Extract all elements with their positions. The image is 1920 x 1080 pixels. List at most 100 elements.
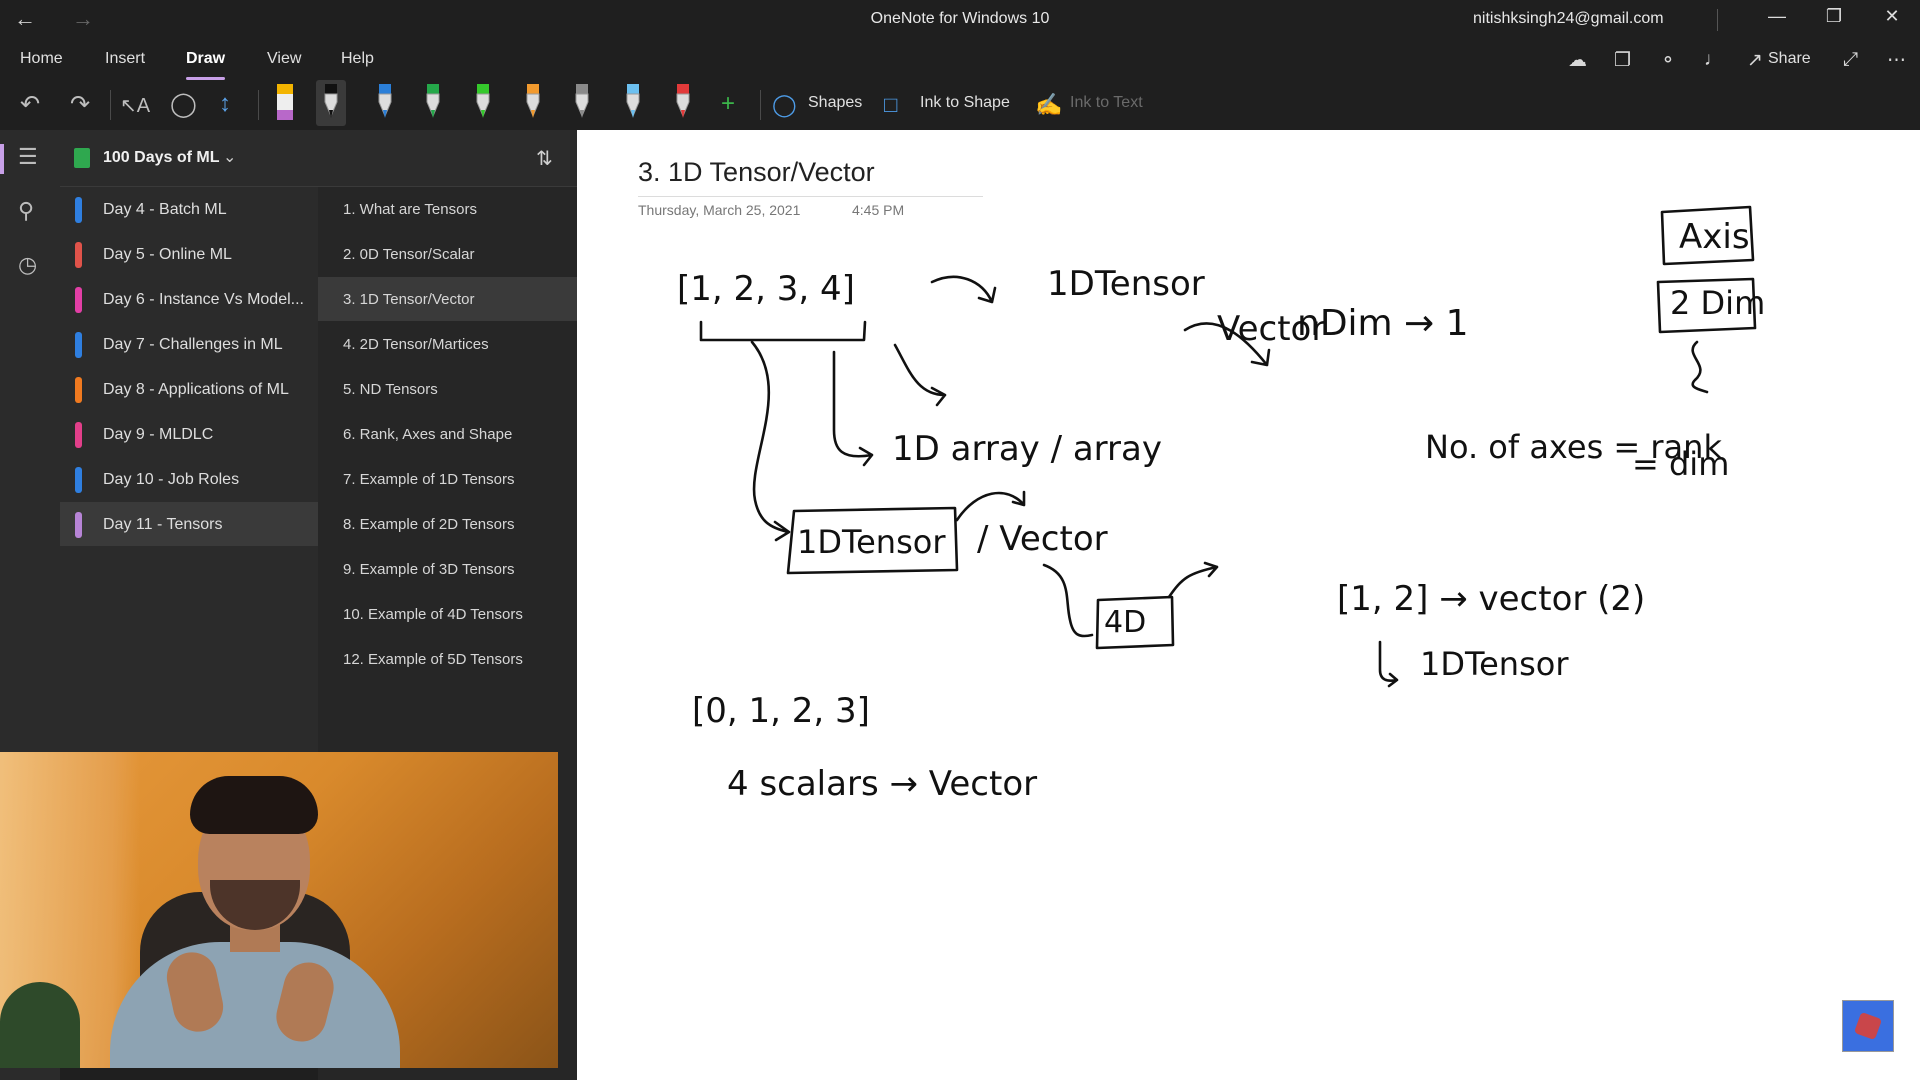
pen-light-blue-icon[interactable] [618,80,648,126]
page-item[interactable]: 6. Rank, Axes and Shape [318,412,577,456]
section-color-tab [75,287,82,313]
note-canvas[interactable]: 3. 1D Tensor/Vector Thursday, March 25, … [577,130,1920,1080]
page-item[interactable]: 12. Example of 5D Tensors [318,637,577,681]
section-item[interactable]: Day 8 - Applications of ML [60,367,318,411]
section-item[interactable]: Day 7 - Challenges in ML [60,322,318,366]
section-item[interactable]: Day 11 - Tensors [60,502,318,546]
section-label: Day 7 - Challenges in ML [103,336,283,353]
ink-eq-dim: = dim [1632,445,1729,483]
sync-icon[interactable]: ☁ [1568,49,1587,72]
page-label: 10. Example of 4D Tensors [343,606,523,623]
more-options-icon[interactable]: ⋯ [1887,49,1906,72]
section-item[interactable]: Day 6 - Instance Vs Model... [60,277,318,321]
notebook-icon[interactable]: ❐ [1614,49,1631,72]
page-label: 6. Rank, Axes and Shape [343,426,513,443]
sections-pane: Day 4 - Batch ML Day 5 - Online ML Day 6 -… [60,130,318,752]
notebooks-icon[interactable]: ☰ [18,144,38,170]
page-item[interactable]: 8. Example of 2D Tensors [318,502,577,546]
webcam-plant [0,982,80,1068]
ink-scalars: 4 scalars → Vector [727,764,1037,804]
ink-arrow [893,343,947,407]
close-icon[interactable]: ✕ [1872,6,1912,27]
lightbulb-icon[interactable]: ⚬ [1660,49,1676,72]
fullscreen-icon[interactable]: ⤢ [1843,49,1858,71]
pen-black-icon[interactable] [316,80,346,126]
title-bar: ← → OneNote for Windows 10 nitishksingh2… [0,0,1920,38]
pen-green-icon[interactable] [418,80,448,126]
ink-arrow [832,350,874,467]
notebook-name[interactable]: 100 Days of ML [103,149,219,167]
ink-1d-tensor: 1DTensor [1047,264,1205,304]
page-item[interactable]: 5. ND Tensors [318,367,577,411]
page-item[interactable]: 1. What are Tensors [318,187,577,231]
add-pen-icon[interactable]: + [721,90,735,118]
highlighter-icon[interactable] [270,80,300,126]
tab-help[interactable]: Help [341,50,374,68]
ink-ndim: nDim → 1 [1297,303,1469,344]
ink-array-1: [1, 2, 3, 4] [677,269,855,309]
pen-bright-green-icon[interactable] [468,80,498,126]
webcam-person-hair [190,776,318,834]
page-label: 4. 2D Tensor/Martices [343,336,489,353]
shapes-button[interactable]: Shapes [808,94,862,112]
account-email[interactable]: nitishksingh24@gmail.com [1473,10,1664,28]
title-separator [1717,9,1718,31]
page-label: 5. ND Tensors [343,381,438,398]
type-select-icon[interactable]: ↖A [120,93,150,118]
section-item[interactable]: Day 4 - Batch ML [60,187,318,231]
lasso-select-icon[interactable]: ◯ [170,90,197,119]
ink-2-dim: 2 Dim [1670,284,1765,322]
tab-home[interactable]: Home [20,50,63,68]
minimize-icon[interactable]: — [1757,6,1797,27]
tab-view[interactable]: View [267,50,301,68]
bell-icon[interactable]: ♩ [1704,49,1723,71]
search-icon[interactable]: ⚲ [18,198,34,224]
shapes-icon[interactable]: ◯ [772,92,797,118]
ink-to-shape-button[interactable]: Ink to Shape [920,94,1010,112]
ink-axis: Axis [1679,217,1750,257]
page-item[interactable]: 3. 1D Tensor/Vector [318,277,577,321]
tab-draw[interactable]: Draw [186,50,226,80]
ink-arrow [1167,561,1219,599]
page-label: 3. 1D Tensor/Vector [343,291,475,308]
insert-space-icon[interactable]: ↕ [219,90,231,118]
pen-gray-icon[interactable] [567,80,597,126]
section-label: Day 6 - Instance Vs Model... [103,291,304,308]
ink-to-text-icon: ✍ [1035,92,1063,117]
section-color-tab [75,512,82,538]
page-item[interactable]: 2. 0D Tensor/Scalar [318,232,577,276]
ink-arrow [930,275,997,304]
page-item[interactable]: 9. Example of 3D Tensors [318,547,577,591]
sort-icon[interactable]: ⇅ [536,146,553,171]
ink-array-label: 1D array / array [892,429,1162,469]
webcam-overlay [0,752,558,1068]
share-icon[interactable]: ↗ [1747,49,1763,72]
page-label: 1. What are Tensors [343,201,477,218]
redo-icon[interactable]: ↷ [70,90,90,119]
pen-orange-icon[interactable] [518,80,548,126]
pen-red-icon[interactable] [668,80,698,126]
page-label: 7. Example of 1D Tensors [343,471,515,488]
notebook-header[interactable]: 100 Days of ML ⌄ ⇅ [60,130,577,187]
pen-blue-icon[interactable] [370,80,400,126]
draw-toolbar: ↶ ↷ ↖A ◯ ↕ + ◯ Shapes □ Ink to Shape ✍ I… [0,80,1920,130]
restore-icon[interactable]: ❐ [1814,6,1854,27]
page-item[interactable]: 7. Example of 1D Tensors [318,457,577,501]
recent-icon[interactable]: ◷ [18,252,37,278]
undo-icon[interactable]: ↶ [20,90,40,119]
chevron-down-icon[interactable]: ⌄ [223,147,236,167]
section-item[interactable]: Day 5 - Online ML [60,232,318,276]
ink-arrow [750,340,791,542]
notebook-icon [74,148,90,168]
page-item[interactable]: 4. 2D Tensor/Martices [318,322,577,366]
ink-to-shape-icon[interactable]: □ [884,92,897,118]
page-label: 12. Example of 5D Tensors [343,651,523,668]
tab-insert[interactable]: Insert [105,50,145,68]
section-item[interactable]: Day 10 - Job Roles [60,457,318,501]
share-button[interactable]: Share [1768,50,1811,68]
ink-boxed-tensor: 1DTensor [797,523,946,561]
ink-drawing: [1, 2, 3, 4] 1DTensor Vector nDim → 1 1D… [677,205,1765,804]
section-item[interactable]: Day 9 - MLDLC [60,412,318,456]
page-item[interactable]: 10. Example of 4D Tensors [318,592,577,636]
app-badge-icon[interactable] [1842,1000,1894,1052]
